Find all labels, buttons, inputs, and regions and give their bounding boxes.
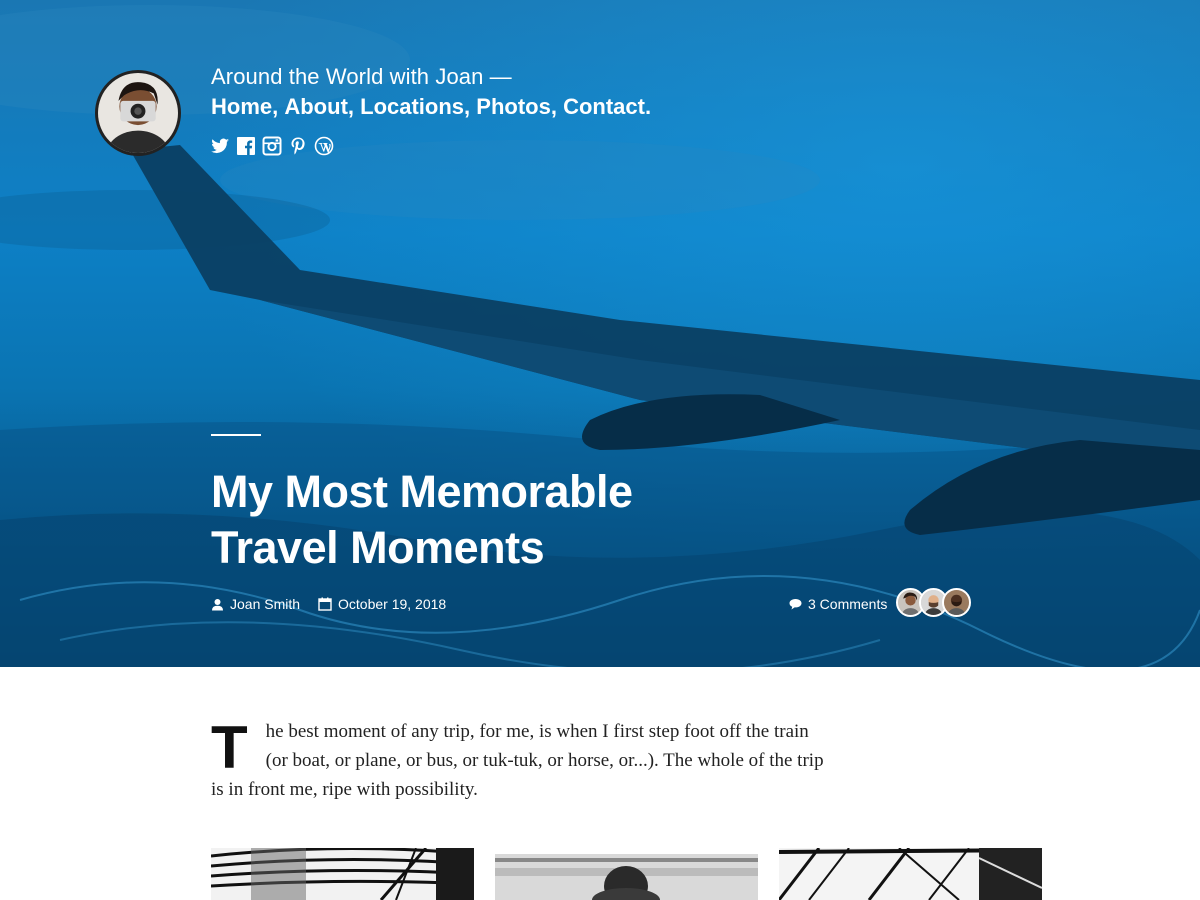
commenter-avatar[interactable]: [942, 588, 971, 617]
post-content: The best moment of any trip, for me, is …: [211, 717, 831, 804]
nav-link-about[interactable]: About: [284, 94, 348, 120]
author-link[interactable]: Joan Smith: [230, 596, 300, 612]
post-title[interactable]: My Most Memorable Travel Moments: [211, 464, 771, 576]
gallery-image-architecture[interactable]: [211, 848, 474, 900]
nav-separator: ,: [550, 94, 564, 119]
comment-icon: [789, 599, 802, 610]
site-title[interactable]: Around the World with Joan —: [211, 64, 512, 90]
post-author[interactable]: Joan Smith: [211, 596, 300, 612]
pinterest-icon[interactable]: [288, 136, 308, 156]
nav-separator: ,: [347, 94, 361, 119]
photo-gallery: [0, 848, 1200, 900]
nav-separator: .: [644, 94, 652, 119]
post-comments[interactable]: 3 Comments: [789, 596, 887, 612]
nav-link-photos[interactable]: Photos: [476, 94, 551, 120]
photographer-avatar-image: [98, 73, 178, 153]
wordpress-icon[interactable]: [314, 136, 334, 156]
nav-link-locations[interactable]: Locations: [360, 94, 464, 120]
nav-link-contact[interactable]: Contact: [563, 94, 645, 120]
nav-separator: ,: [272, 94, 285, 119]
hero-header: Around the World with Joan — Home, About…: [0, 0, 1200, 667]
dropcap-letter: T: [211, 714, 248, 781]
site-logo-avatar[interactable]: [95, 70, 181, 156]
nav-link-home[interactable]: Home: [211, 94, 272, 120]
gallery-image-person[interactable]: [495, 848, 758, 900]
instagram-icon[interactable]: [262, 136, 282, 156]
gallery-image-structure[interactable]: [779, 848, 1042, 900]
title-divider: [211, 434, 261, 436]
nav-separator: ,: [464, 94, 477, 119]
facebook-icon[interactable]: [236, 136, 256, 156]
person-icon: [212, 598, 223, 610]
date-link[interactable]: October 19, 2018: [338, 596, 446, 612]
twitter-icon[interactable]: [210, 136, 230, 156]
primary-navigation: Home, About, Locations, Photos, Contact.: [211, 94, 651, 120]
intro-paragraph: he best moment of any trip, for me, is w…: [211, 721, 824, 800]
commenter-avatars: [896, 588, 971, 617]
social-links: [210, 136, 334, 156]
post-date[interactable]: October 19, 2018: [318, 596, 446, 612]
comments-link[interactable]: 3 Comments: [808, 596, 887, 612]
calendar-icon: [318, 597, 332, 611]
